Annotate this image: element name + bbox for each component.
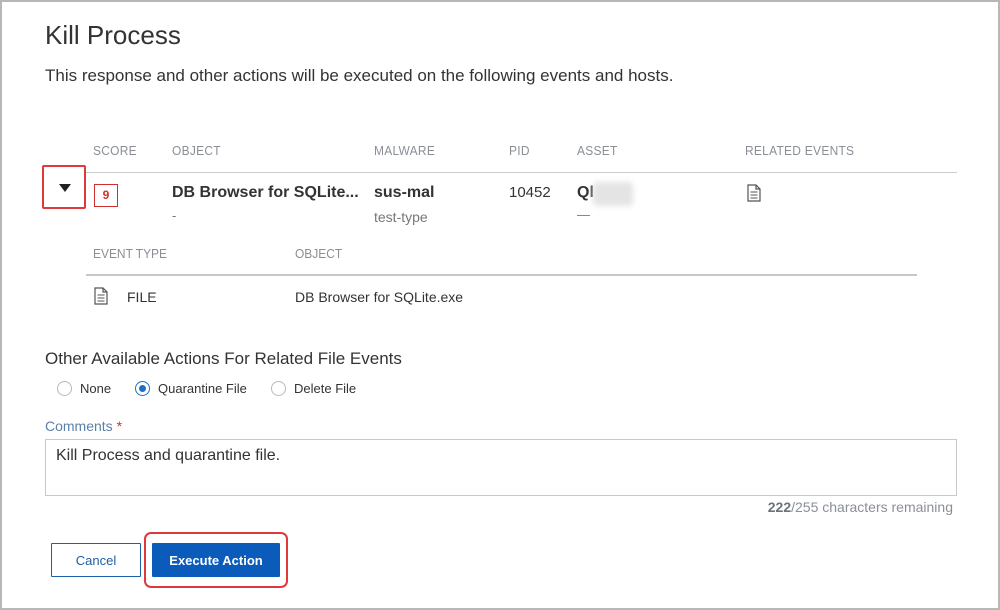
sub-table-divider (86, 274, 917, 276)
malware-type: test-type (374, 209, 428, 225)
caret-down-icon (59, 184, 71, 192)
table-header-divider (86, 172, 957, 173)
radio-label-quarantine-file: Quarantine File (158, 380, 247, 396)
radio-label-none: None (80, 380, 112, 396)
column-header-asset: ASSET (577, 143, 618, 158)
radio-quarantine-file[interactable]: Quarantine File (135, 380, 247, 396)
file-document-icon (94, 287, 108, 310)
column-header-object: OBJECT (172, 143, 221, 158)
object-name: DB Browser for SQLite... (172, 184, 359, 201)
dialog-title: Kill Process (45, 20, 181, 50)
expand-row-button[interactable] (42, 165, 86, 209)
column-header-pid: PID (509, 143, 530, 158)
other-actions-title: Other Available Actions For Related File… (45, 349, 402, 368)
radio-label-delete-file: Delete File (294, 380, 357, 396)
column-header-malware: MALWARE (374, 143, 436, 158)
asset-subtext: — (577, 207, 590, 222)
related-events-document-icon[interactable] (747, 184, 761, 207)
event-object-value: DB Browser for SQLite.exe (295, 289, 464, 305)
characters-total: /255 characters remaining (791, 499, 953, 515)
column-header-score: SCORE (93, 143, 137, 158)
comments-label: Comments * (45, 418, 122, 434)
comments-textarea[interactable]: Kill Process and quarantine file. (45, 439, 957, 496)
dialog-subtitle: This response and other actions will be … (45, 66, 674, 85)
pid-value: 10452 (509, 184, 551, 201)
malware-name: sus-mal (374, 184, 435, 201)
kill-process-dialog: Kill Process This response and other act… (0, 0, 1000, 610)
column-header-event-type: EVENT TYPE (93, 246, 168, 261)
execute-action-button[interactable]: Execute Action (152, 543, 280, 577)
radio-circle[interactable] (271, 380, 286, 396)
column-header-related-events: RELATED EVENTS (745, 143, 855, 158)
radio-circle-checked[interactable] (135, 380, 150, 396)
characters-used: 222 (767, 499, 792, 515)
characters-remaining: 222/255 characters remaining (768, 499, 953, 515)
radio-circle[interactable] (57, 380, 72, 396)
asset-redaction (593, 182, 633, 206)
asset-name: Ql (577, 184, 594, 201)
column-header-sub-object: OBJECT (295, 246, 343, 261)
comments-label-text: Comments (45, 418, 113, 434)
event-type-value: FILE (127, 289, 157, 305)
radio-delete-file[interactable]: Delete File (271, 380, 356, 396)
object-subtext: - (172, 208, 177, 223)
required-asterisk: * (116, 418, 123, 434)
radio-none[interactable]: None (57, 380, 111, 396)
cancel-button[interactable]: Cancel (51, 543, 141, 577)
score-badge: 9 (94, 184, 118, 207)
